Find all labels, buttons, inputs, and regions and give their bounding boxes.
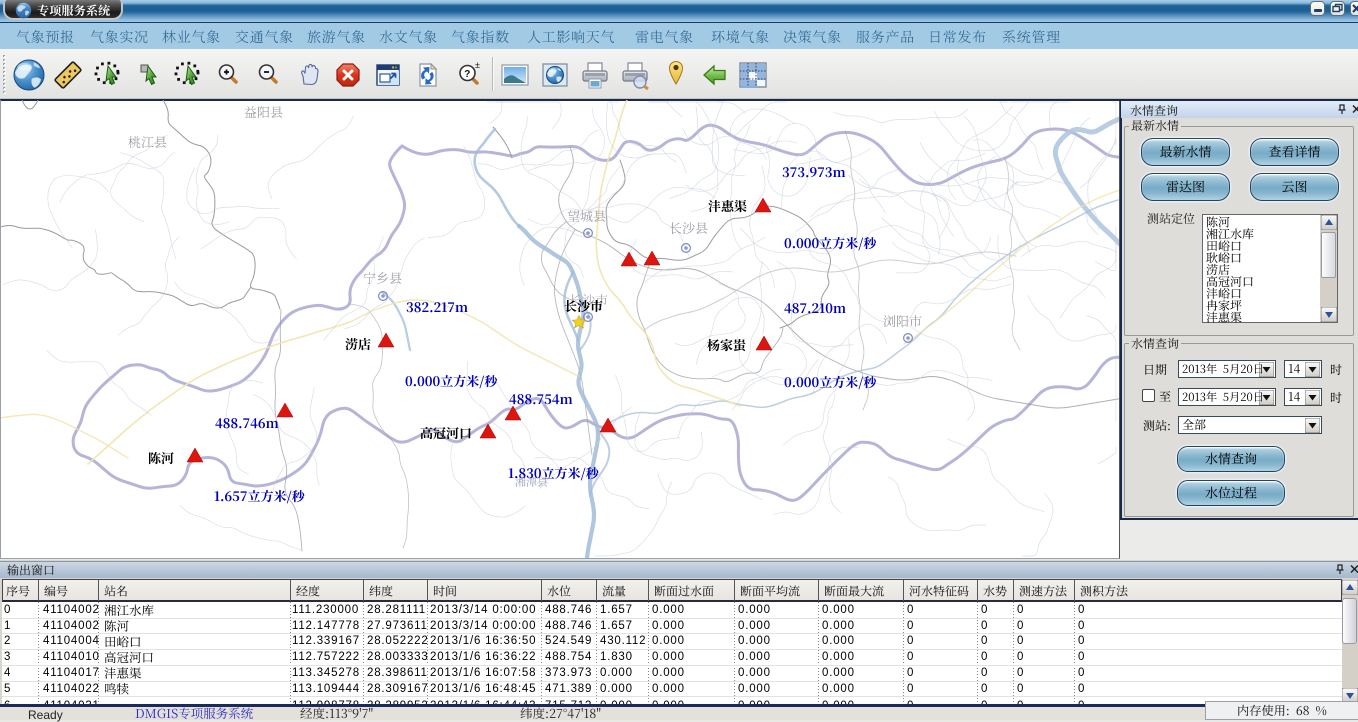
svg-text:?: ? <box>464 69 470 80</box>
svg-text:±: ± <box>475 60 480 70</box>
